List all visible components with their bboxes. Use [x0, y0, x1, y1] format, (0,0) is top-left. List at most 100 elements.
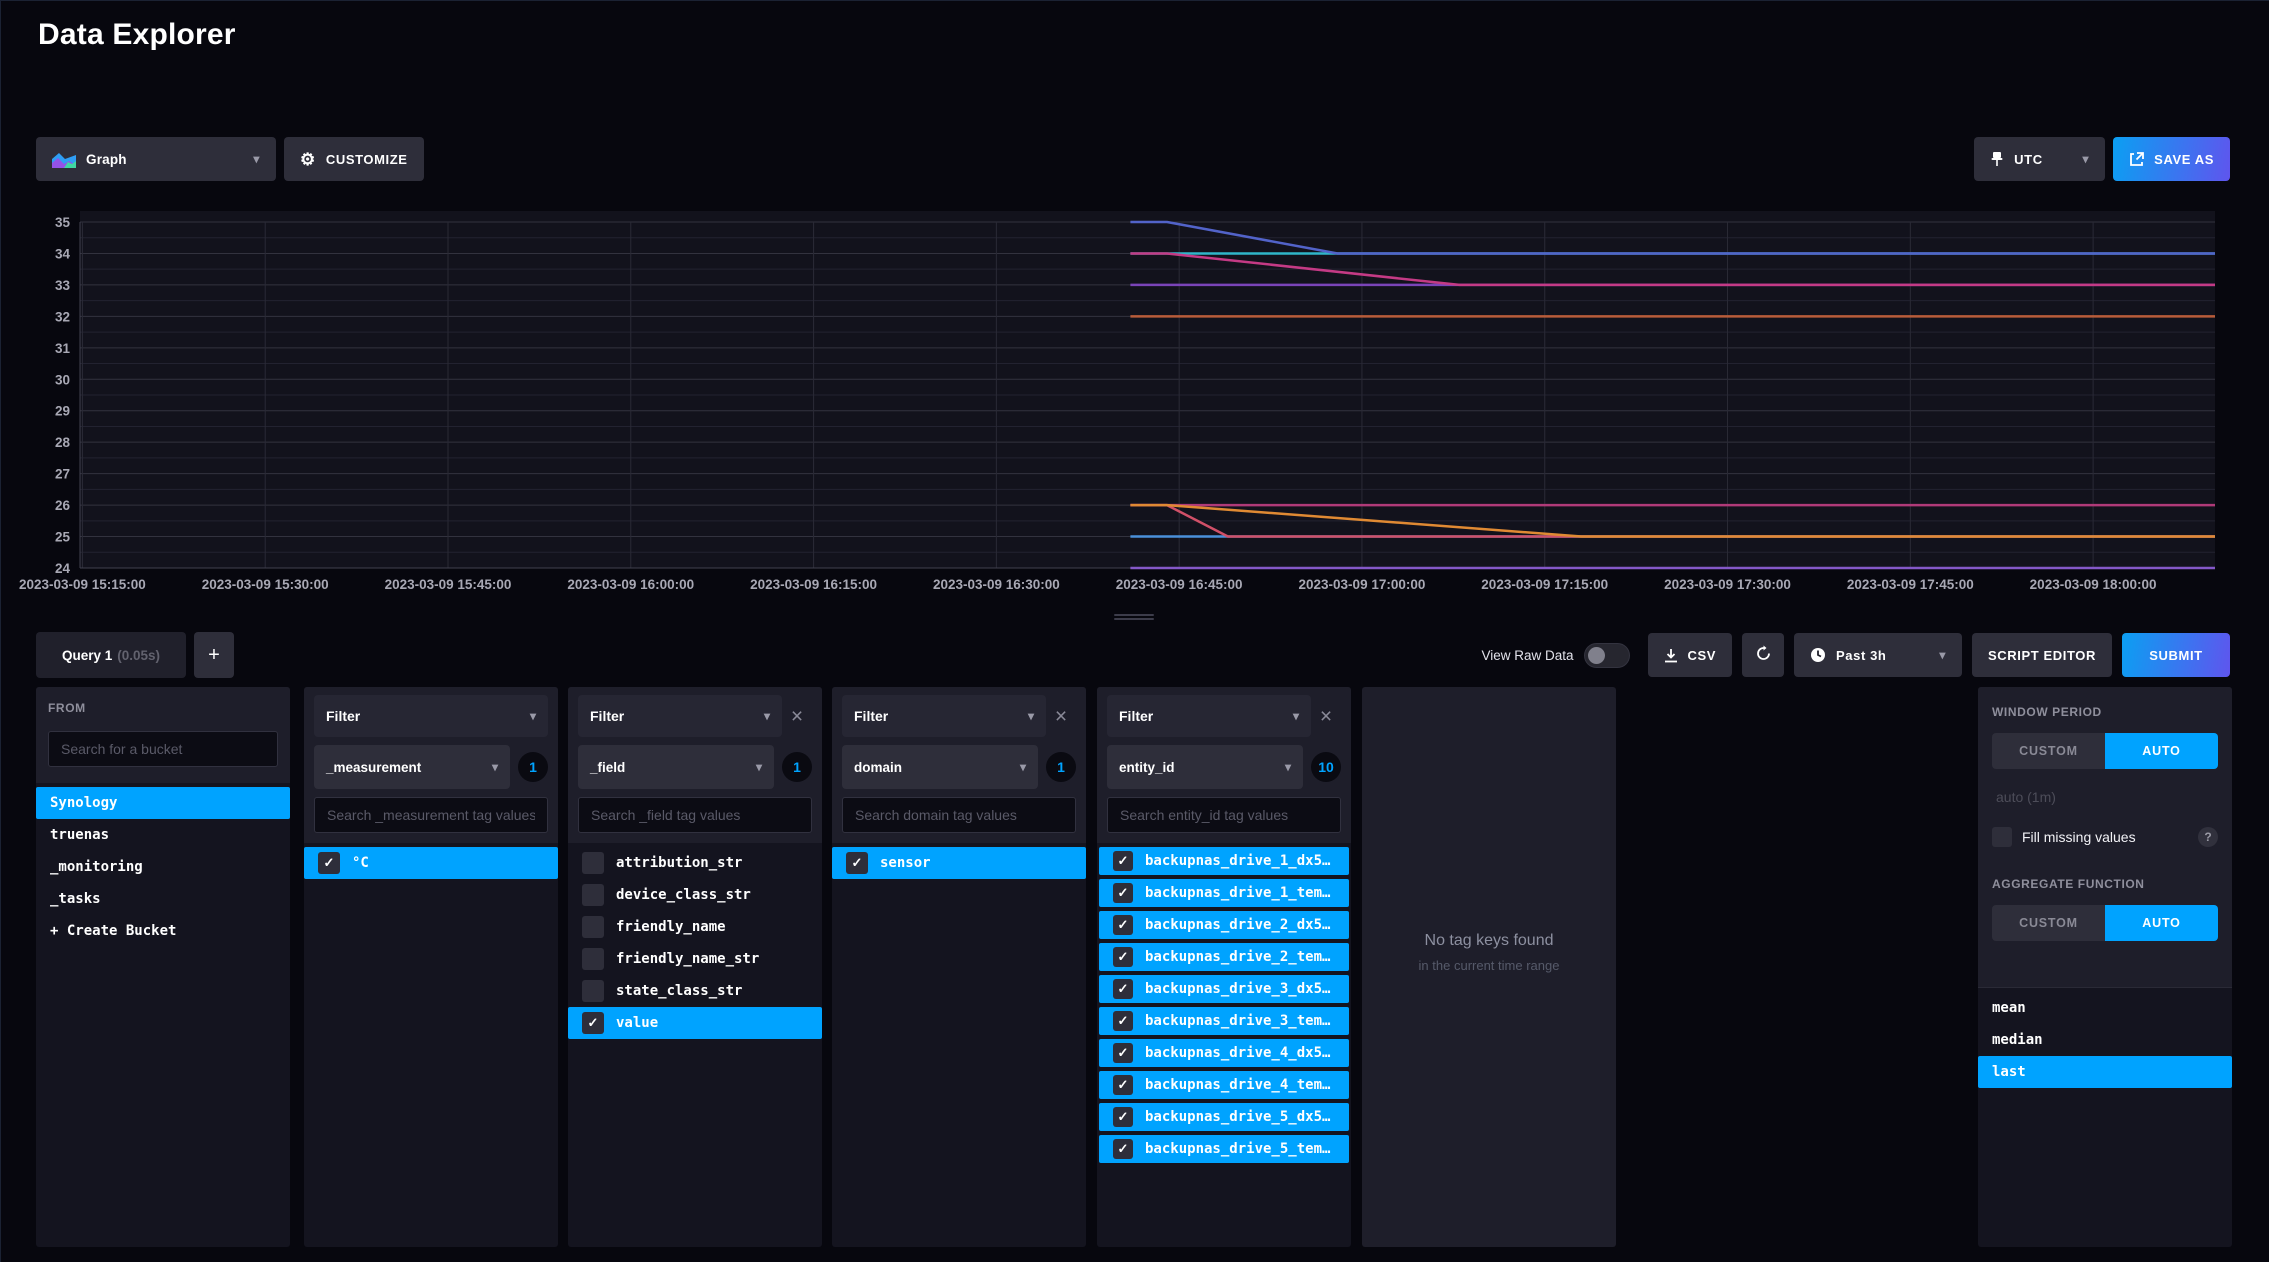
aggregate-custom-button[interactable]: CUSTOM	[1992, 905, 2105, 941]
tag-value-item[interactable]: ✓backupnas_drive_5_tem…	[1099, 1135, 1349, 1163]
view-raw-data-toggle[interactable]	[1584, 643, 1630, 668]
timezone-dropdown[interactable]: UTC ▾	[1974, 137, 2105, 181]
tag-value-list: ✓°C	[304, 843, 558, 879]
aggregate-function-item[interactable]: median	[1978, 1024, 2232, 1056]
refresh-button[interactable]	[1742, 633, 1784, 677]
tag-value-search-input[interactable]	[1107, 797, 1341, 833]
tag-value-search-input[interactable]	[842, 797, 1076, 833]
tag-value-item[interactable]: ✓backupnas_drive_5_dx5…	[1099, 1103, 1349, 1131]
tag-value-item[interactable]: ✓backupnas_drive_4_dx5…	[1099, 1039, 1349, 1067]
tag-value-item[interactable]: ✓backupnas_drive_3_tem…	[1099, 1007, 1349, 1035]
customize-label: CUSTOMIZE	[326, 152, 408, 167]
checkbox-icon[interactable]: ✓	[318, 852, 340, 874]
aggregate-function-item[interactable]: last	[1978, 1056, 2232, 1088]
svg-text:2023-03-09 16:15:00: 2023-03-09 16:15:00	[750, 577, 877, 592]
csv-download-button[interactable]: CSV	[1648, 633, 1733, 677]
window-auto-button[interactable]: AUTO	[2105, 733, 2218, 769]
checkbox-icon[interactable]	[582, 916, 604, 938]
aggregate-function-item[interactable]: mean	[1978, 992, 2232, 1024]
checkbox-icon[interactable]: ✓	[1113, 1139, 1133, 1159]
checkbox-icon[interactable]: ✓	[1113, 1107, 1133, 1127]
tag-value-item[interactable]: state_class_str	[568, 975, 822, 1007]
customize-button[interactable]: ⚙ CUSTOMIZE	[284, 137, 424, 181]
tag-value-item[interactable]: ✓backupnas_drive_4_tem…	[1099, 1071, 1349, 1099]
fill-missing-checkbox[interactable]	[1992, 827, 2012, 847]
filter-type-dropdown[interactable]: Filter▾	[842, 695, 1046, 737]
submit-button[interactable]: SUBMIT	[2122, 633, 2230, 677]
checkbox-icon[interactable]: ✓	[1113, 1011, 1133, 1031]
checkbox-icon[interactable]: ✓	[846, 852, 868, 874]
tag-key-dropdown[interactable]: _measurement▾	[314, 745, 510, 789]
tag-value-item[interactable]: ✓°C	[304, 847, 558, 879]
checkbox-icon[interactable]: ✓	[1113, 947, 1133, 967]
tag-value-search-input[interactable]	[314, 797, 548, 833]
svg-text:35: 35	[55, 215, 71, 230]
chevron-down-icon: ▾	[239, 152, 260, 166]
view-raw-data-group: View Raw Data	[1481, 643, 1629, 668]
window-custom-button[interactable]: CUSTOM	[1992, 733, 2105, 769]
resize-handle[interactable]	[1114, 612, 1154, 622]
bucket-item[interactable]: _tasks	[36, 883, 290, 915]
bucket-item[interactable]: Synology	[36, 787, 290, 819]
bucket-item[interactable]: truenas	[36, 819, 290, 851]
query-options-panel: WINDOW PERIOD CUSTOM AUTO auto (1m) Fill…	[1978, 687, 2232, 1247]
checkbox-icon[interactable]: ✓	[1113, 883, 1133, 903]
checkbox-icon[interactable]	[582, 852, 604, 874]
checkbox-icon[interactable]	[582, 884, 604, 906]
save-as-button[interactable]: SAVE AS	[2113, 137, 2230, 181]
help-icon[interactable]: ?	[2198, 827, 2218, 847]
tag-value-item[interactable]: ✓backupnas_drive_1_tem…	[1099, 879, 1349, 907]
pin-icon	[1990, 151, 2004, 167]
checkbox-icon[interactable]	[582, 948, 604, 970]
chevron-down-icon: ▾	[530, 709, 536, 723]
script-editor-button[interactable]: SCRIPT EDITOR	[1972, 633, 2112, 677]
tag-value-item[interactable]: ✓backupnas_drive_3_dx5…	[1099, 975, 1349, 1003]
chevron-down-icon: ▾	[756, 760, 762, 774]
checkbox-icon[interactable]: ✓	[1113, 915, 1133, 935]
tag-value-item[interactable]: friendly_name	[568, 911, 822, 943]
bucket-item[interactable]: + Create Bucket	[36, 915, 290, 947]
query-tab[interactable]: Query 1 (0.05s)	[36, 632, 186, 678]
tag-value-item[interactable]: ✓backupnas_drive_1_dx5…	[1099, 847, 1349, 875]
tag-value-item[interactable]: friendly_name_str	[568, 943, 822, 975]
chevron-down-icon: ▾	[764, 709, 770, 723]
fill-missing-label: Fill missing values	[2022, 829, 2136, 845]
checkbox-icon[interactable]: ✓	[1113, 851, 1133, 871]
bucket-search-input[interactable]	[48, 731, 278, 767]
svg-text:2023-03-09 18:00:00: 2023-03-09 18:00:00	[2030, 577, 2157, 592]
fill-missing-row: Fill missing values ?	[1992, 827, 2218, 847]
checkbox-icon[interactable]: ✓	[1113, 1075, 1133, 1095]
tag-key-dropdown[interactable]: entity_id▾	[1107, 745, 1303, 789]
filter-type-dropdown[interactable]: Filter▾	[578, 695, 782, 737]
aggregate-auto-button[interactable]: AUTO	[2105, 905, 2218, 941]
checkbox-icon[interactable]: ✓	[582, 1012, 604, 1034]
toolbar: Graph ▾ ⚙ CUSTOMIZE UTC ▾	[36, 137, 2230, 181]
filter-type-dropdown[interactable]: Filter ▾	[314, 695, 548, 737]
view-type-dropdown[interactable]: Graph ▾	[36, 137, 276, 181]
svg-text:34: 34	[55, 246, 71, 261]
close-icon[interactable]: ×	[1046, 706, 1076, 727]
time-range-dropdown[interactable]: Past 3h ▾	[1794, 633, 1962, 677]
filter-type-dropdown[interactable]: Filter▾	[1107, 695, 1311, 737]
bucket-item[interactable]: _monitoring	[36, 851, 290, 883]
svg-text:25: 25	[55, 530, 71, 545]
tag-value-item[interactable]: attribution_str	[568, 847, 822, 879]
close-icon[interactable]: ×	[1311, 706, 1341, 727]
filter-type-label: Filter	[326, 708, 360, 724]
chevron-down-icon: ▾	[1285, 760, 1291, 774]
close-icon[interactable]: ×	[782, 706, 812, 727]
tag-value-item[interactable]: device_class_str	[568, 879, 822, 911]
svg-text:2023-03-09 15:30:00: 2023-03-09 15:30:00	[202, 577, 329, 592]
tag-value-item[interactable]: ✓backupnas_drive_2_dx5…	[1099, 911, 1349, 939]
checkbox-icon[interactable]: ✓	[1113, 979, 1133, 999]
tag-key-dropdown[interactable]: domain▾	[842, 745, 1038, 789]
add-query-button[interactable]: +	[194, 632, 234, 678]
tag-value-item[interactable]: ✓value	[568, 1007, 822, 1039]
tag-key-dropdown[interactable]: _field▾	[578, 745, 774, 789]
tag-value-item[interactable]: ✓backupnas_drive_2_tem…	[1099, 943, 1349, 971]
checkbox-icon[interactable]	[582, 980, 604, 1002]
tag-value-item[interactable]: ✓sensor	[832, 847, 1086, 879]
time-series-chart[interactable]: 3534333231302928272625242023-03-09 15:15…	[0, 205, 2269, 611]
tag-value-search-input[interactable]	[578, 797, 812, 833]
checkbox-icon[interactable]: ✓	[1113, 1043, 1133, 1063]
